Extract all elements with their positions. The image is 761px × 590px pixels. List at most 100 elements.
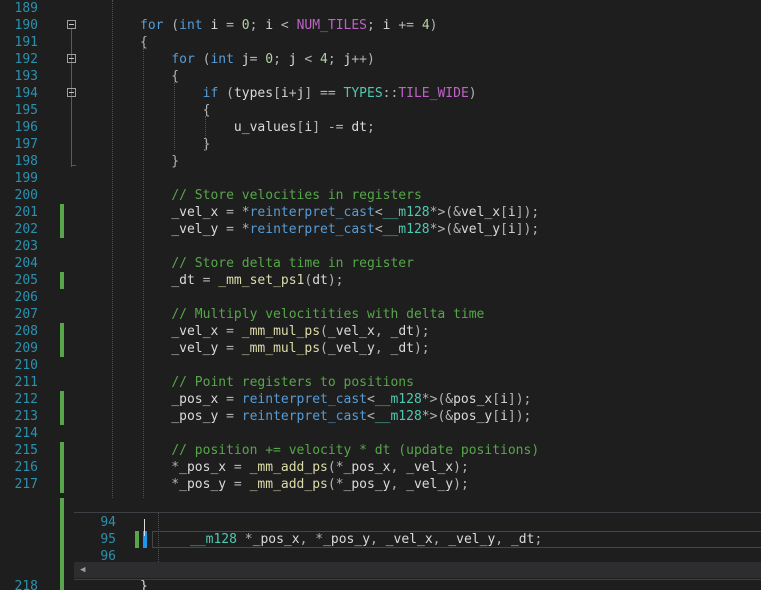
code-line: 202 _vel_y = *reinterpret_cast<__m128*>(… [0,221,761,238]
code-token: < [374,205,383,220]
code-token: _dt [390,324,414,339]
code-token: _vel_y [406,477,454,492]
code-token: dt [351,120,367,135]
code-token: = [226,460,250,475]
code-token: __m128 [374,392,422,407]
code-token: vel_x [460,205,501,220]
code-token: = * [218,222,250,237]
peek-definition-window[interactable]: 94 95 __m128 *_pos_x, *_pos_y, _vel_x, _ve… [74,512,761,580]
code-token: , [390,477,407,492]
line-number: 210 [14,358,38,373]
code-token: _vel_y [171,222,219,237]
code-line: 206 [0,289,761,306]
line-number: 215 [14,443,38,458]
code-token: 4 [421,18,430,33]
code-token: ]); [515,222,540,237]
code-token: for [171,52,195,67]
code-token: _pos_y [343,477,391,492]
line-number: 217 [14,477,38,492]
code-token: // Multiply velocitities with delta time [171,307,485,322]
code-text: // Multiply velocitities with delta time [140,306,484,323]
code-token: ( [163,18,180,33]
code-token: ); [413,341,430,356]
code-token: i [500,409,508,424]
code-token: pos_y [453,409,493,424]
fold-range-line [72,165,76,166]
code-token: i [202,18,219,33]
code-text: // Store delta time in register [140,255,414,272]
code-token: ); [453,477,469,492]
code-token: _dt [390,341,414,356]
code-text: { [140,102,211,119]
code-token: u_values [233,120,297,135]
change-bar [60,442,64,459]
code-token: reinterpret_cast [241,409,367,424]
line-number: 95 [100,532,116,547]
code-line: 200 // Store velocities in registers [0,187,761,204]
line-number: 214 [14,426,38,441]
line-number: 197 [14,137,38,152]
code-token: _mm_mul_ps [241,324,321,339]
code-token: 0 [241,18,250,33]
line-number: 198 [14,154,38,169]
line-number: 207 [14,307,38,322]
code-token: ; [273,52,289,67]
change-bar [60,204,64,221]
code-line: 209 _vel_y = _mm_mul_ps(_vel_y, _dt); [0,340,761,357]
code-line: 198 } [0,153,761,170]
code-token: = [226,477,250,492]
code-token: _pos_x [179,460,227,475]
triangle-left-icon[interactable]: ◀ [80,565,85,575]
code-token: // Store delta time in register [171,256,414,271]
line-number: 203 [14,239,38,254]
code-line: 197 } [0,136,761,153]
code-text: _vel_y = _mm_mul_ps(_vel_y, _dt); [140,340,430,357]
code-token: ( [218,86,234,101]
indent-guide [143,48,144,498]
change-bar [60,272,64,289]
code-editor[interactable]: 189 190 for (int i = 0; i < NUM_TILES; i +… [0,0,761,590]
code-text: } [140,136,211,153]
code-token: [ [492,409,501,424]
line-number: 212 [14,392,38,407]
code-token: _vel_y [327,341,375,356]
line-number: 200 [14,188,38,203]
code-line: 194 if (types[i+j] == TYPES::TILE_WIDE) [0,85,761,102]
line-number: 194 [14,86,38,101]
code-token: ); [327,273,344,288]
code-token: < [273,18,297,33]
code-line: 214 [0,425,761,442]
change-bar [60,578,64,590]
fold-toggle-194[interactable] [67,88,76,97]
code-token: *>(& [429,205,461,220]
text-caret [144,519,145,536]
code-token: ( [194,52,211,67]
code-token: ( [320,324,328,339]
fold-toggle-190[interactable] [67,20,76,29]
code-token: j [288,52,297,67]
code-token: * [140,460,180,475]
code-text: *_pos_x = _mm_add_ps(*_pos_x, _vel_x); [140,459,468,476]
code-line: 199 [0,170,761,187]
code-token: = [218,341,242,356]
code-token: reinterpret_cast [249,222,375,237]
code-token: = [194,273,219,288]
code-token: _pos_x [343,460,391,475]
code-token: reinterpret_cast [249,205,375,220]
code-line: 201 _vel_x = *reinterpret_cast<__m128*>(… [0,204,761,221]
code-token: i [265,18,274,33]
line-number: 191 [14,35,38,50]
horizontal-scrollbar[interactable]: ◀ [74,562,761,578]
code-token: TYPES [343,86,383,101]
code-token: NUM_TILES [296,18,368,33]
code-token: _vel_y [171,341,219,356]
fold-toggle-192[interactable] [67,54,76,63]
code-token: [ [492,392,501,407]
